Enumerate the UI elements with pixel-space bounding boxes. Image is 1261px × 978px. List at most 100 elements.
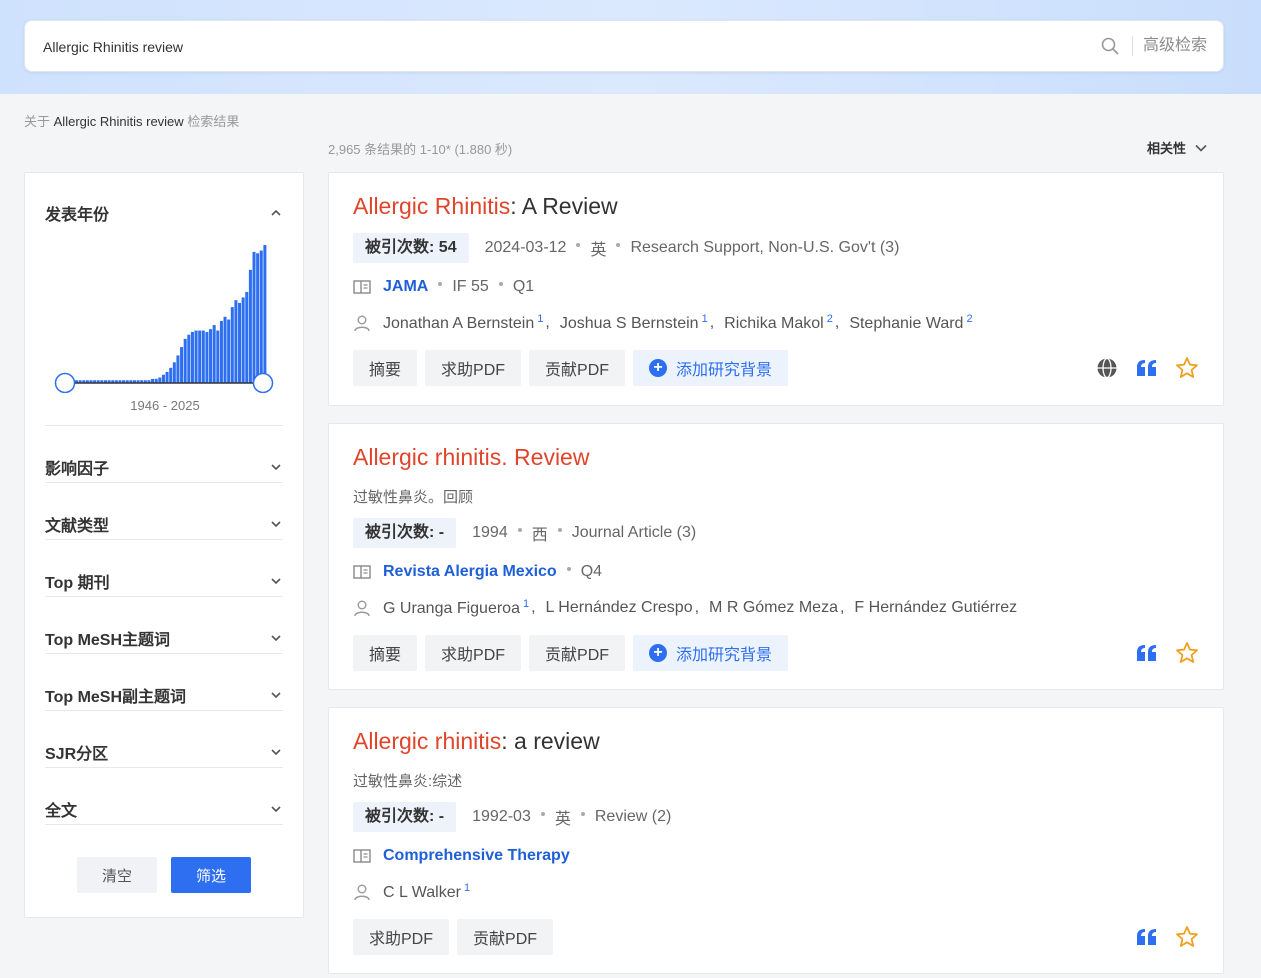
action-bar: 求助PDF 贡献PDF [353,919,554,955]
author-name[interactable]: M R Gómez Meza [709,599,838,617]
action-bar: 摘要 求助PDF 贡献PDF + 添加研究背景 [353,350,789,386]
affiliation-marker: 1 [537,313,544,325]
histogram-bar [234,300,238,383]
filter-section[interactable]: 影响因子 [45,455,283,479]
meta-item: 1994 [472,524,508,541]
author-separator: , [839,599,845,616]
chevron-down-icon [271,578,281,585]
year-histogram [45,233,283,423]
author-name[interactable]: Richika Makol 2 [724,313,833,333]
author-name[interactable]: Jonathan A Bernstein 1 [383,313,543,333]
separator-dot [498,282,503,286]
journal-icon [353,280,371,294]
cite-quote-icon[interactable] [1135,356,1159,380]
separator-dot [566,567,571,571]
histogram-bar [216,330,220,383]
author-name[interactable]: Joshua S Bernstein 1 [560,313,708,333]
action-button[interactable]: 摘要 [353,350,418,386]
author-separator: , [531,599,536,616]
filter-section-label: 文献类型 [45,518,110,535]
filter-section[interactable]: Top MeSH副主题词 [45,683,283,707]
author-list: Jonathan A Bernstein 1, Joshua S Bernstein… [353,313,973,333]
histogram-bar [172,362,176,383]
add-background-label: 添加研究背景 [676,362,773,379]
result-title[interactable]: Allergic rhinitis. Review [353,444,589,471]
title-rest: : A Review [510,193,618,219]
action-button[interactable]: 摘要 [353,635,418,671]
author-name[interactable]: G Uranga Figueroa 1 [383,598,529,618]
action-button[interactable]: 贡献PDF [457,919,554,955]
result-meta: 被引次数: - 1994 西 Journal Article (3) [353,518,696,548]
author-name[interactable]: L Hernández Crespo [546,599,693,617]
action-button[interactable]: 贡献PDF [529,635,626,671]
title-highlight: Allergic rhinitis. Review [353,444,590,470]
separator-dot [580,812,585,816]
cite-quote-icon[interactable] [1135,925,1159,949]
filter-section[interactable]: 文献类型 [45,512,283,536]
author-name[interactable]: C L Walker 1 [383,882,470,902]
histogram-bar [169,367,173,383]
cite-quote-icon[interactable] [1135,641,1159,665]
action-button[interactable]: 贡献PDF [529,350,626,386]
star-icon[interactable] [1175,356,1199,380]
result-title[interactable]: Allergic rhinitis: a review [353,728,600,755]
star-icon[interactable] [1175,925,1199,949]
separator-dot [540,812,545,816]
histogram-bar [165,371,169,383]
title-highlight: Allergic Rhinitis [353,193,511,219]
filter-sidebar: 发表年份 1946 - 2025 影响因子 文献类型 Top 期刊 Top MeSH主… [24,172,304,918]
meta-item: 西 [531,527,548,544]
filter-button[interactable]: 筛选 [171,857,251,893]
clear-button[interactable]: 清空 [77,857,157,893]
author-label: Richika Makol [724,315,824,332]
author-label: Stephanie Ward [849,315,964,332]
filter-section-label: SJR分区 [45,746,109,763]
filter-section-label: 影响因子 [45,461,110,478]
action-button[interactable]: 求助PDF [353,919,450,955]
action-button[interactable]: 求助PDF [425,635,522,671]
about-prefix: 关于 [24,114,51,129]
separator-dot [517,528,522,532]
author-label: M R Gómez Meza [709,599,838,616]
filter-section[interactable]: Top 期刊 [45,569,283,593]
range-slider-handle[interactable] [252,372,274,394]
star-icon[interactable] [1175,641,1199,665]
histogram-bar [209,329,213,383]
globe-icon[interactable] [1095,356,1119,380]
add-research-background-button[interactable]: + 添加研究背景 [633,350,789,386]
chevron-down-icon [1195,144,1207,152]
result-card: Allergic Rhinitis: A Review 被引次数: 54 2024-… [328,172,1224,406]
search-icon[interactable] [1100,36,1120,56]
range-slider-handle[interactable] [54,372,76,394]
author-name[interactable]: Stephanie Ward 2 [849,313,972,333]
result-translated-title: 过敏性鼻炎。回顾 [353,489,474,506]
histogram-bar [198,330,202,383]
separator-dot [557,528,562,532]
section-divider [45,539,283,540]
histogram-bar [194,330,198,383]
filter-section[interactable]: 全文 [45,797,283,821]
result-title[interactable]: Allergic Rhinitis: A Review [353,193,618,220]
search-input[interactable] [43,35,1083,59]
advanced-search-link[interactable]: 高级检索 [1143,35,1207,57]
about-query: Allergic Rhinitis review [53,114,184,129]
action-button[interactable]: 求助PDF [425,350,522,386]
citation-value: 54 [438,239,457,256]
author-name[interactable]: F Hernández Gutiérrez [854,599,1017,617]
author-label: F Hernández Gutiérrez [854,599,1018,616]
filter-section-year[interactable]: 发表年份 [45,201,283,225]
sort-dropdown[interactable]: 相关性 [1147,138,1208,157]
filter-section[interactable]: Top MeSH主题词 [45,626,283,650]
journal-link[interactable]: Revista Alergia Mexico [383,563,557,581]
histogram-bar [183,338,187,383]
journal-link[interactable]: Comprehensive Therapy [383,847,570,865]
journal-link[interactable]: JAMA [383,278,428,296]
add-research-background-button[interactable]: + 添加研究背景 [633,635,789,671]
user-icon [354,600,370,617]
affiliation-marker: 2 [826,313,833,325]
filter-section[interactable]: SJR分区 [45,740,283,764]
citation-badge: 被引次数: - [353,518,457,548]
journal-meta-item: IF 55 [452,278,489,295]
search-divider [1132,36,1133,56]
year-histogram-chart [54,245,274,394]
